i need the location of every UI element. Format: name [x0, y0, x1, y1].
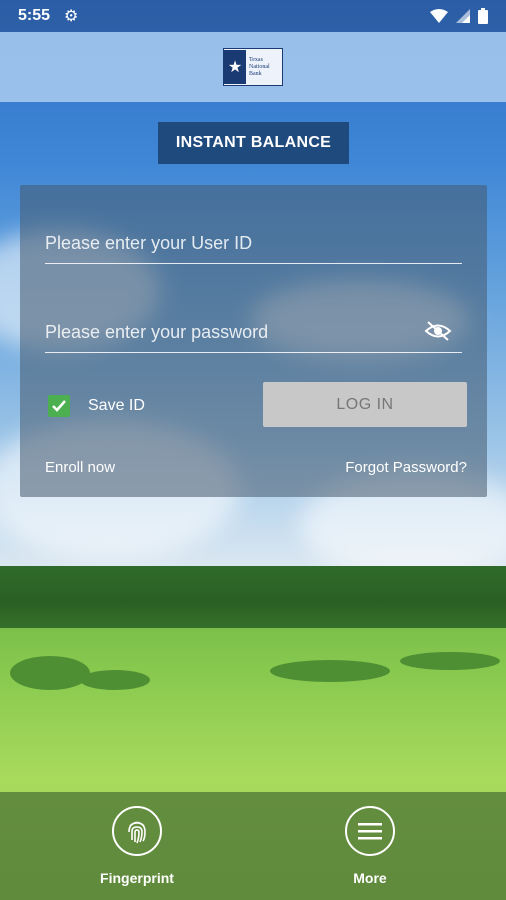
status-time: 5:55: [18, 7, 51, 24]
save-id-checkbox[interactable]: [48, 395, 70, 417]
logo-line: Texas: [249, 56, 263, 63]
more-button[interactable]: [345, 806, 395, 856]
gear-icon: ⚙: [64, 8, 79, 25]
save-id-row: Save ID: [48, 395, 145, 417]
user-id-input[interactable]: [45, 223, 462, 263]
app-header: ★ Texas National Bank: [0, 32, 506, 102]
bush: [10, 656, 90, 690]
fingerprint-icon: [128, 821, 146, 844]
save-id-label[interactable]: Save ID: [88, 397, 145, 415]
more-label: More: [353, 870, 387, 886]
enroll-now-link[interactable]: Enroll now: [45, 459, 115, 476]
forgot-password-link[interactable]: Forgot Password?: [345, 459, 467, 476]
fingerprint-label: Fingerprint: [100, 870, 174, 886]
instant-balance-button[interactable]: INSTANT BALANCE: [158, 122, 349, 164]
password-input[interactable]: [45, 312, 462, 352]
bush: [270, 660, 390, 682]
bottom-nav: Fingerprint More: [0, 792, 506, 900]
logo-line: Bank: [249, 70, 262, 77]
user-id-field-wrap: [45, 223, 462, 264]
check-icon: [52, 400, 66, 412]
battery-icon: [478, 8, 488, 24]
more-nav-item[interactable]: More: [315, 806, 425, 886]
status-icons: [430, 8, 488, 24]
wifi-icon: [430, 9, 448, 23]
bush: [80, 670, 150, 690]
bank-logo: ★ Texas National Bank: [223, 48, 283, 86]
login-button[interactable]: LOG IN: [263, 382, 467, 427]
fingerprint-button[interactable]: [112, 806, 162, 856]
logo-line: National: [249, 63, 270, 70]
menu-icon: [358, 823, 382, 840]
eye-off-icon[interactable]: [424, 320, 452, 342]
signal-icon: [456, 9, 470, 23]
star-icon: ★: [224, 50, 246, 84]
fingerprint-nav-item[interactable]: Fingerprint: [82, 806, 192, 886]
logo-text: Texas National Bank: [246, 57, 270, 78]
login-card: Save ID LOG IN Enroll now Forgot Passwor…: [20, 185, 487, 497]
bush: [400, 652, 500, 670]
status-bar: 5:55 ⚙: [0, 0, 506, 32]
password-field-wrap: [45, 312, 462, 353]
